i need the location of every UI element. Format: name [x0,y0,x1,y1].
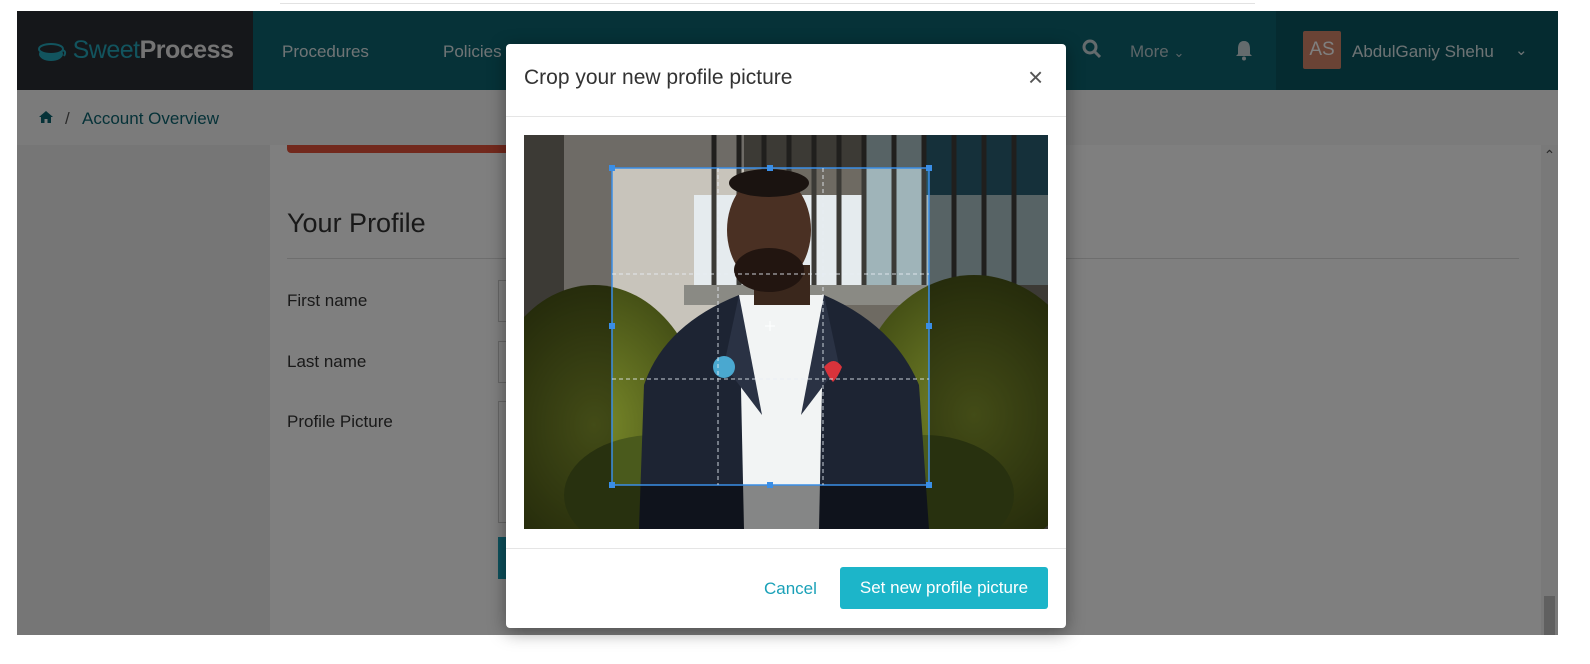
set-profile-picture-button[interactable]: Set new profile picture [840,567,1048,609]
divider [506,116,1066,117]
browser-top-edge [0,0,1590,11]
crop-canvas[interactable] [524,135,1048,529]
cancel-button[interactable]: Cancel [764,579,817,599]
profile-photo [524,135,1048,529]
dialog-title: Crop your new profile picture [524,66,793,89]
close-icon[interactable]: × [1028,64,1043,90]
divider [280,3,1255,4]
divider [506,548,1066,549]
crop-dialog: Crop your new profile picture × Cancel S… [506,44,1066,628]
